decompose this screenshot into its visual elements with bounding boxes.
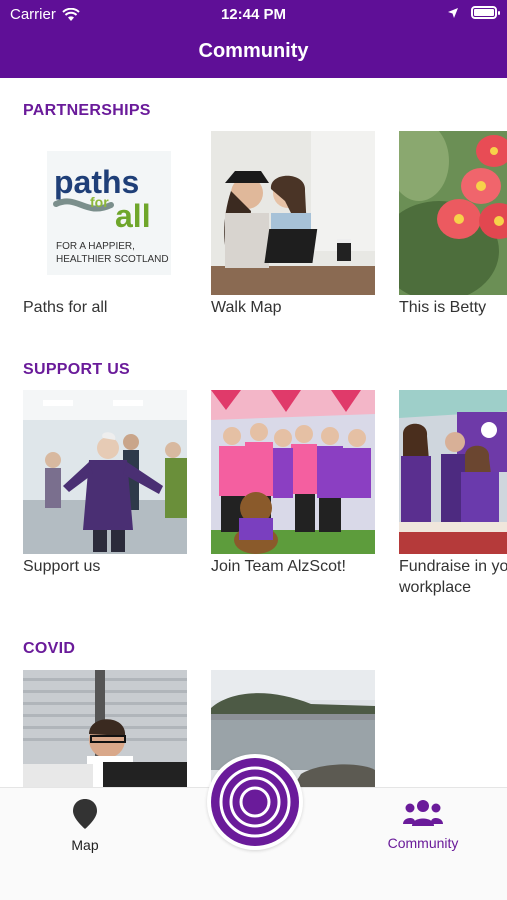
walk-map-photo (211, 131, 375, 295)
home-rings-icon (211, 758, 299, 846)
tab-community-label: Community (387, 835, 459, 851)
card-caption: Paths for all (23, 299, 108, 316)
location-arrow-icon (448, 7, 458, 18)
covid-photo-1 (23, 670, 187, 790)
support-us-photo (23, 390, 187, 554)
card-caption: This is Betty (399, 299, 487, 316)
app-header: Carrier 12:44 PM Community (0, 0, 507, 78)
map-pin-icon (73, 799, 97, 829)
this-is-betty-photo (399, 131, 507, 295)
join-team-photo (211, 390, 375, 554)
paths-for-all-logo: paths for all FOR A HAPPIER, HEALTHIER S… (23, 131, 187, 295)
card-join-team-alzscot[interactable]: Join Team AlzScot! (211, 390, 375, 577)
card-fundraise-workplace[interactable]: Fundraise in your workplace (399, 390, 507, 598)
card-support-us[interactable]: Support us (23, 390, 187, 577)
home-rings-button[interactable] (207, 754, 303, 850)
card-this-is-betty[interactable]: This is Betty (399, 131, 507, 318)
logo-word-all: all (115, 198, 151, 234)
card-paths-for-all[interactable]: paths for all FOR A HAPPIER, HEALTHIER S… (23, 131, 187, 318)
logo-tagline-2: HEALTHIER SCOTLAND (56, 254, 169, 265)
status-bar: Carrier 12:44 PM (0, 0, 507, 28)
community-icon (403, 800, 443, 826)
tab-map-label: Map (71, 837, 99, 853)
battery-icon (471, 6, 500, 19)
card-covid-1[interactable] (23, 670, 187, 790)
fundraise-photo (399, 390, 507, 554)
tab-map[interactable]: Map (30, 798, 140, 853)
tab-community[interactable]: Community (368, 798, 478, 851)
page-title: Community (198, 40, 309, 62)
card-caption: Fundraise in your workplace (399, 558, 507, 596)
logo-word-for: for (90, 194, 109, 210)
section-title-support-us: SUPPORT US (23, 361, 131, 378)
card-caption: Join Team AlzScot! (211, 558, 346, 575)
support-us-row[interactable]: Support us Join Team AlzScot! Fundraise … (0, 390, 507, 610)
logo-tagline-1: FOR A HAPPIER, (56, 241, 135, 252)
partnerships-row[interactable]: paths for all FOR A HAPPIER, HEALTHIER S… (0, 131, 507, 351)
section-title-covid: COVID (23, 640, 76, 657)
card-caption: Support us (23, 558, 101, 575)
section-title-partnerships: PARTNERSHIPS (23, 102, 151, 119)
clock: 12:44 PM (220, 6, 287, 23)
card-walk-map[interactable]: Walk Map (211, 131, 375, 318)
card-caption: Walk Map (211, 299, 282, 316)
status-right (447, 6, 500, 19)
